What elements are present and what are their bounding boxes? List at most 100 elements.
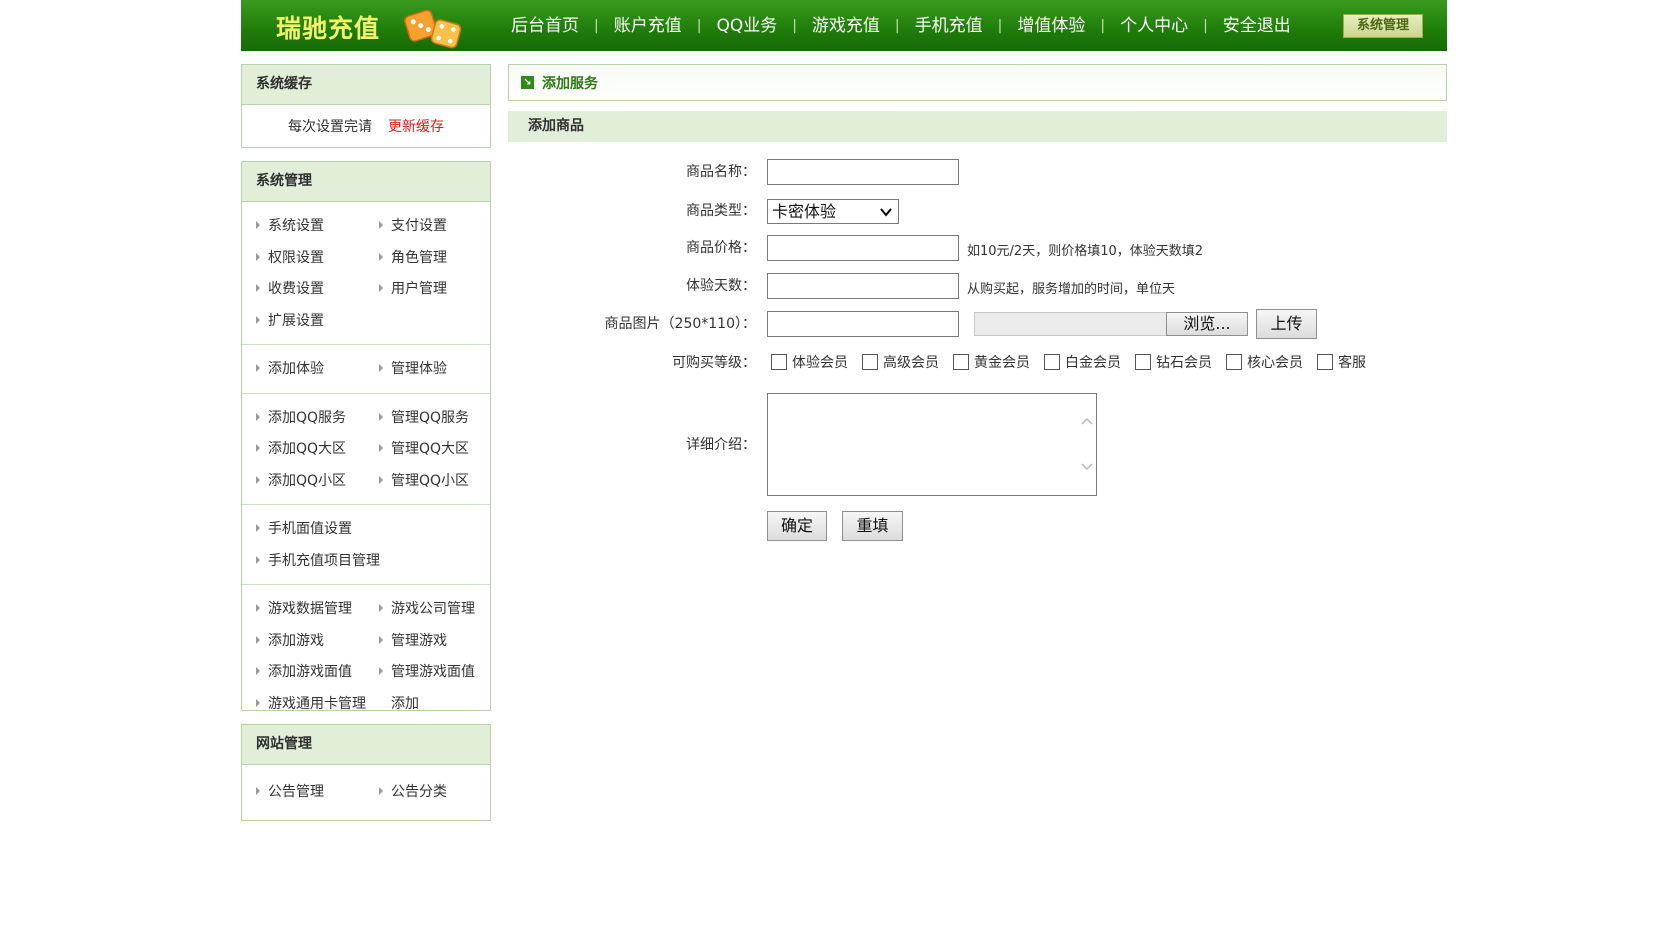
product-name-input[interactable] <box>767 159 959 185</box>
nav-qq-business[interactable]: QQ业务 <box>716 14 777 38</box>
level-checkbox-service[interactable]: 客服 <box>1317 352 1366 372</box>
nav-personal-center[interactable]: 个人中心 <box>1120 14 1188 38</box>
menu-item-manage-qq-region[interactable]: 管理QQ大区 <box>365 434 488 466</box>
checkbox[interactable] <box>1226 354 1242 370</box>
product-price-input[interactable] <box>767 235 959 261</box>
nav-value-added-trial[interactable]: 增值体验 <box>1017 14 1085 38</box>
menu-item-system-settings[interactable]: 系统设置 <box>242 211 365 243</box>
file-path-field[interactable] <box>974 312 1168 336</box>
menu-item-manage-trial[interactable]: 管理体验 <box>365 354 488 386</box>
trial-days-input[interactable] <box>767 273 959 299</box>
menu-item-extension-settings[interactable]: 扩展设置 <box>242 306 365 338</box>
level-checkbox-core[interactable]: 核心会员 <box>1226 352 1303 372</box>
menu-item-add-game-card[interactable]: 添加 <box>365 689 488 721</box>
site-manage-panel: 网站管理 公告管理 公告分类 <box>241 724 491 821</box>
arrow-right-icon <box>379 475 383 484</box>
nav-account-recharge[interactable]: 账户充值 <box>614 14 682 38</box>
submit-button[interactable]: 确定 <box>767 511 827 541</box>
checkbox[interactable] <box>771 354 787 370</box>
nav-separator: | <box>894 18 900 34</box>
menu-item-game-card-manage[interactable]: 游戏通用卡管理 <box>242 689 366 721</box>
menu-item-permission-settings[interactable]: 权限设置 <box>242 243 365 275</box>
checkbox[interactable] <box>1135 354 1151 370</box>
level-checkbox-trial[interactable]: 体验会员 <box>771 352 848 372</box>
menu-item-add-game[interactable]: 添加游戏 <box>242 626 365 658</box>
checkbox[interactable] <box>953 354 969 370</box>
main-nav: 后台首页 | 账户充值 | QQ业务 | 游戏充值 | 手机充值 | 增值体验 … <box>511 14 1291 38</box>
detail-textarea[interactable] <box>767 393 1097 496</box>
menu-item-payment-settings[interactable]: 支付设置 <box>365 211 488 243</box>
arrow-right-icon <box>256 315 260 324</box>
arrow-right-icon <box>256 698 260 707</box>
nav-separator: | <box>1100 18 1106 34</box>
arrow-right-icon <box>256 444 260 452</box>
nav-separator: | <box>594 18 599 34</box>
menu-item-add-qq-service[interactable]: 添加QQ服务 <box>242 403 365 435</box>
service-title-bar: ↘ 添加服务 <box>508 64 1447 101</box>
checkbox[interactable] <box>1044 354 1060 370</box>
product-name-label: 商品名称： <box>686 164 756 180</box>
arrow-right-icon <box>379 284 383 292</box>
level-checkbox-diamond[interactable]: 钻石会员 <box>1135 352 1212 372</box>
checkbox[interactable] <box>862 354 878 370</box>
refresh-cache-link[interactable]: 更新缓存 <box>388 116 444 136</box>
menu-item-phone-recharge-items[interactable]: 手机充值项目管理 <box>242 546 490 578</box>
nav-game-recharge[interactable]: 游戏充值 <box>812 14 880 38</box>
arrow-right-icon <box>256 604 260 612</box>
site-logo[interactable]: 瑞驰充值 <box>276 9 380 45</box>
dice-logo-icon <box>404 9 462 49</box>
arrow-right-icon <box>256 221 260 229</box>
menu-item-manage-qq-subregion[interactable]: 管理QQ小区 <box>365 466 488 498</box>
product-image-input[interactable] <box>767 311 959 337</box>
purchase-level-group: 体验会员 高级会员 黄金会员 白金会员 钻石会员 核心会员 客服 <box>771 352 1380 372</box>
menu-item-notice-category[interactable]: 公告分类 <box>365 777 488 809</box>
arrow-right-icon <box>256 364 260 372</box>
nav-logout[interactable]: 安全退出 <box>1223 14 1291 38</box>
menu-item-game-company-manage[interactable]: 游戏公司管理 <box>365 594 488 626</box>
scroll-down-icon[interactable] <box>1081 460 1093 472</box>
scroll-up-icon[interactable] <box>1081 416 1093 428</box>
checkbox[interactable] <box>1317 354 1333 370</box>
arrow-right-icon <box>256 667 260 675</box>
menu-item-role-manage[interactable]: 角色管理 <box>365 243 488 275</box>
menu-item-manage-game-value[interactable]: 管理游戏面值 <box>365 657 488 689</box>
menu-item-game-data-manage[interactable]: 游戏数据管理 <box>242 594 365 626</box>
menu-item-add-game-value[interactable]: 添加游戏面值 <box>242 657 365 689</box>
menu-item-user-manage[interactable]: 用户管理 <box>365 274 488 306</box>
reset-button[interactable]: 重填 <box>842 511 903 541</box>
menu-item-add-trial[interactable]: 添加体验 <box>242 354 365 386</box>
level-checkbox-senior[interactable]: 高级会员 <box>862 352 939 372</box>
menu-item-manage-qq-service[interactable]: 管理QQ服务 <box>365 403 488 435</box>
menu-item-add-qq-region[interactable]: 添加QQ大区 <box>242 434 365 466</box>
system-manage-button[interactable]: 系统管理 <box>1343 14 1423 38</box>
nav-home[interactable]: 后台首页 <box>511 14 579 38</box>
top-header: 瑞驰充值 后台首页 | 账户充值 | QQ业务 | 游戏充值 | 手机充值 | … <box>241 0 1447 51</box>
arrow-box-icon: ↘ <box>521 76 534 89</box>
product-price-label: 商品价格： <box>686 240 756 256</box>
menu-item-manage-game[interactable]: 管理游戏 <box>365 626 488 658</box>
system-manage-panel-title: 系统管理 <box>242 162 490 202</box>
system-manage-panel: 系统管理 系统设置 支付设置 权限设置 角色管理 收费设置 用户管理 扩展设置 … <box>241 161 491 712</box>
arrow-right-icon <box>256 555 260 564</box>
menu-item-add-qq-subregion[interactable]: 添加QQ小区 <box>242 466 365 498</box>
textarea-scrollbar[interactable] <box>1078 394 1096 495</box>
nav-separator: | <box>696 18 702 34</box>
upload-button[interactable]: 上传 <box>1256 309 1317 339</box>
site-manage-panel-title: 网站管理 <box>242 725 490 765</box>
arrow-right-icon <box>379 364 383 372</box>
arrow-right-icon <box>256 475 260 484</box>
arrow-right-icon <box>379 604 383 612</box>
menu-item-notice-manage[interactable]: 公告管理 <box>242 777 365 809</box>
arrow-right-icon <box>379 221 383 229</box>
nav-phone-recharge[interactable]: 手机充值 <box>915 14 983 38</box>
level-checkbox-platinum[interactable]: 白金会员 <box>1044 352 1121 372</box>
menu-item-phone-value-settings[interactable]: 手机面值设置 <box>242 514 490 546</box>
arrow-right-icon <box>379 252 383 261</box>
arrow-right-icon <box>256 524 260 532</box>
browse-button[interactable]: 浏览... <box>1166 312 1248 336</box>
menu-group-site: 公告管理 公告分类 <box>242 765 490 816</box>
menu-item-fee-settings[interactable]: 收费设置 <box>242 274 365 306</box>
menu-group-phone: 手机面值设置 手机充值项目管理 <box>242 505 490 585</box>
product-type-select[interactable]: 卡密体验 <box>767 199 899 224</box>
level-checkbox-gold[interactable]: 黄金会员 <box>953 352 1030 372</box>
